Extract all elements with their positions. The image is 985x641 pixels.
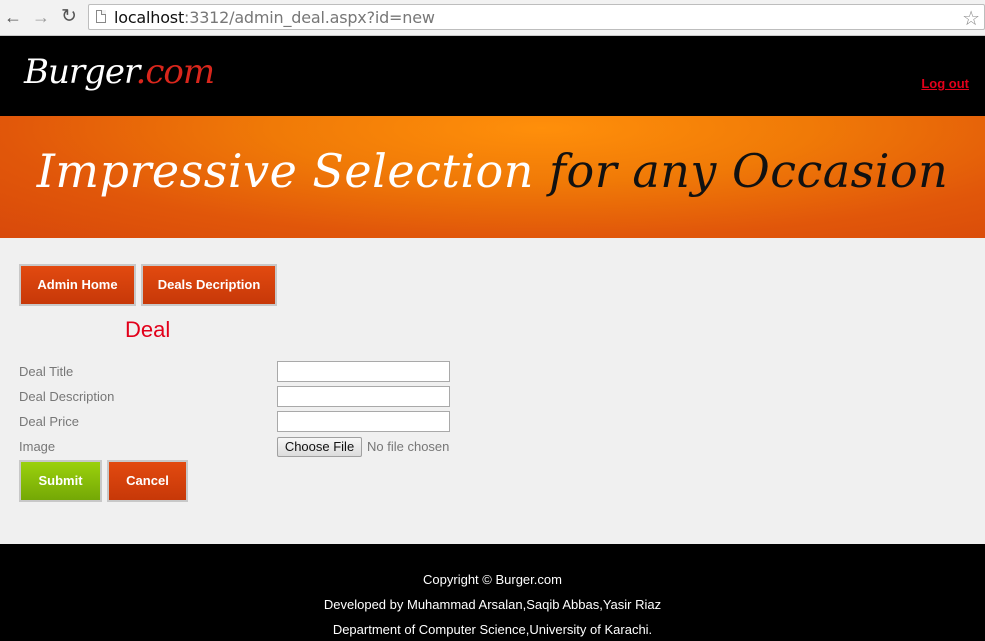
deal-description-label: Deal Description xyxy=(19,389,115,404)
deal-description-input[interactable] xyxy=(277,386,450,407)
footer-department: Department of Computer Science,Universit… xyxy=(332,622,653,637)
url-host: localhost xyxy=(114,8,185,27)
site-footer: Copyright © Burger.com Developed by Muha… xyxy=(0,544,985,641)
logout-link[interactable]: Log out xyxy=(921,76,969,91)
page-icon xyxy=(96,10,106,23)
logo-accent-text: .com xyxy=(135,52,216,92)
deal-title-label: Deal Title xyxy=(19,364,74,379)
bookmark-star-icon[interactable]: ☆ xyxy=(962,6,980,31)
deal-price-label: Deal Price xyxy=(19,414,79,429)
banner-tagline-part2: for any Occasion xyxy=(548,144,949,198)
url-text[interactable]: localhost:3312/admin_deal.aspx?id=new xyxy=(114,8,435,27)
file-status-text: No file chosen xyxy=(367,439,450,454)
forward-arrow-icon[interactable]: → xyxy=(30,6,52,28)
banner-tagline-part1: Impressive Selection xyxy=(36,144,534,198)
banner-tagline: Impressive Selection for any Occasion xyxy=(0,144,985,198)
admin-home-button[interactable]: Admin Home xyxy=(19,264,136,306)
address-bar[interactable]: localhost:3312/admin_deal.aspx?id=new ☆ xyxy=(88,4,985,30)
cancel-button[interactable]: Cancel xyxy=(107,460,188,502)
logo-main-text: Burger xyxy=(24,52,137,92)
deal-price-input[interactable] xyxy=(277,411,450,432)
image-label: Image xyxy=(19,439,56,454)
url-path: :3312/admin_deal.aspx?id=new xyxy=(184,8,435,27)
hero-banner: Impressive Selection for any Occasion xyxy=(0,116,985,238)
back-arrow-icon[interactable]: ← xyxy=(2,6,24,28)
footer-developers: Developed by Muhammad Arsalan,Saqib Abba… xyxy=(323,597,662,612)
browser-toolbar: ← → ↻ localhost:3312/admin_deal.aspx?id=… xyxy=(0,0,985,36)
site-logo[interactable]: Burger.com xyxy=(24,52,216,92)
deals-description-button[interactable]: Deals Decription xyxy=(141,264,277,306)
choose-file-button[interactable]: Choose File xyxy=(277,437,362,457)
site-header: Burger.com Log out xyxy=(0,36,985,116)
reload-icon[interactable]: ↻ xyxy=(58,6,80,28)
form-heading: Deal xyxy=(125,317,171,342)
footer-copyright: Copyright © Burger.com xyxy=(423,572,562,587)
submit-button[interactable]: Submit xyxy=(19,460,102,502)
deal-title-input[interactable] xyxy=(277,361,450,382)
